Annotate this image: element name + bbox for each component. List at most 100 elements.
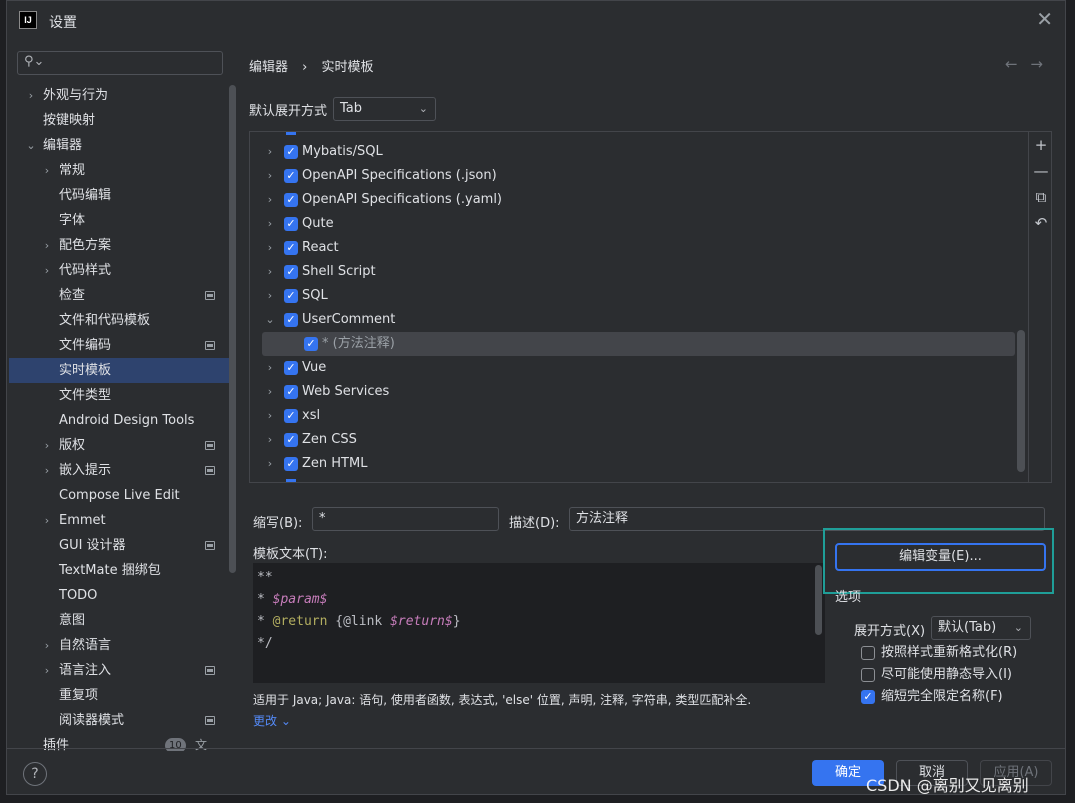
- checkbox[interactable]: ✓: [861, 690, 875, 704]
- template-checkbox[interactable]: ✓: [284, 409, 298, 423]
- sidebar-item[interactable]: › 外观与行为: [9, 83, 231, 108]
- chevron-right-icon[interactable]: ›: [264, 164, 276, 188]
- chevron-right-icon[interactable]: ›: [41, 508, 53, 533]
- chevron-right-icon[interactable]: ›: [264, 140, 276, 164]
- chevron-right-icon[interactable]: ›: [264, 284, 276, 308]
- template-group[interactable]: › ✓ Zen HTML: [250, 452, 1015, 476]
- template-group[interactable]: › ✓ React: [250, 236, 1015, 260]
- chevron-right-icon[interactable]: ›: [41, 233, 53, 258]
- sidebar-item[interactable]: TextMate 捆绑包: [9, 558, 231, 583]
- chevron-right-icon[interactable]: ›: [264, 356, 276, 380]
- template-checkbox[interactable]: ✓: [284, 265, 298, 279]
- template-checkbox[interactable]: ✓: [284, 313, 298, 327]
- sidebar-item[interactable]: 重复项: [9, 683, 231, 708]
- add-icon[interactable]: +: [1032, 136, 1050, 154]
- template-group[interactable]: › ✓ Qute: [250, 212, 1015, 236]
- chevron-down-icon[interactable]: ⌄: [25, 133, 37, 158]
- template-group[interactable]: › ✓ SQL: [250, 284, 1015, 308]
- chevron-right-icon[interactable]: ›: [264, 212, 276, 236]
- template-checkbox[interactable]: ✓: [284, 193, 298, 207]
- sidebar-item[interactable]: › 自然语言: [9, 633, 231, 658]
- template-checkbox[interactable]: ✓: [284, 361, 298, 375]
- sidebar-item[interactable]: 文件编码: [9, 333, 231, 358]
- chevron-right-icon[interactable]: ›: [41, 433, 53, 458]
- template-item[interactable]: ✓ * (方法注释): [262, 332, 1015, 356]
- expand-with-select[interactable]: 默认(Tab) ⌄: [931, 616, 1031, 640]
- back-arrow-icon[interactable]: ←: [1005, 55, 1018, 73]
- sidebar-item[interactable]: › 配色方案: [9, 233, 231, 258]
- sidebar-item[interactable]: 意图: [9, 608, 231, 633]
- checkbox[interactable]: [861, 646, 875, 660]
- sidebar-item[interactable]: 按键映射: [9, 108, 231, 133]
- chevron-right-icon[interactable]: ›: [264, 188, 276, 212]
- list-scrollbar[interactable]: [1017, 330, 1025, 472]
- template-checkbox[interactable]: ✓: [284, 169, 298, 183]
- sidebar-item[interactable]: 检查: [9, 283, 231, 308]
- chevron-right-icon[interactable]: ›: [264, 428, 276, 452]
- template-checkbox[interactable]: ✓: [284, 457, 298, 471]
- chevron-right-icon[interactable]: ›: [264, 236, 276, 260]
- default-expand-select[interactable]: Tab ⌄: [333, 97, 436, 121]
- sidebar-item[interactable]: ⌄ 编辑器: [9, 133, 231, 158]
- chevron-down-icon[interactable]: ⌄: [264, 308, 276, 332]
- search-input[interactable]: ⚲⌄: [17, 51, 223, 75]
- template-checkbox[interactable]: ✓: [284, 217, 298, 231]
- template-group[interactable]: › ✓ Shell Script: [250, 260, 1015, 284]
- chevron-right-icon[interactable]: ›: [41, 258, 53, 283]
- template-group[interactable]: › ✓ xsl: [250, 404, 1015, 428]
- editor-scrollbar[interactable]: [815, 565, 822, 635]
- template-checkbox[interactable]: ✓: [284, 145, 298, 159]
- sidebar-item[interactable]: Compose Live Edit: [9, 483, 231, 508]
- template-checkbox[interactable]: ✓: [304, 337, 318, 351]
- sidebar-item[interactable]: › 嵌入提示: [9, 458, 231, 483]
- sidebar-item[interactable]: › 版权: [9, 433, 231, 458]
- chevron-right-icon[interactable]: ›: [264, 404, 276, 428]
- template-group[interactable]: › ✓ Vue: [250, 356, 1015, 380]
- sidebar-item[interactable]: › 常规: [9, 158, 231, 183]
- chevron-right-icon[interactable]: ›: [264, 452, 276, 476]
- sidebar-item[interactable]: Android Design Tools: [9, 408, 231, 433]
- sidebar-item[interactable]: › 语言注入: [9, 658, 231, 683]
- sidebar-item[interactable]: 文件和代码模板: [9, 308, 231, 333]
- template-group[interactable]: › ✓ OpenAPI Specifications (.yaml): [250, 188, 1015, 212]
- chevron-right-icon[interactable]: ›: [41, 458, 53, 483]
- help-button[interactable]: ?: [23, 762, 47, 786]
- change-contexts-link[interactable]: 更改 ⌄: [253, 712, 291, 729]
- template-group[interactable]: › ✓ Web Services: [250, 380, 1015, 404]
- template-checkbox[interactable]: ✓: [284, 241, 298, 255]
- template-text-editor[interactable]: ** * $param$ * @return {@link $return$} */: [253, 563, 825, 683]
- chevron-right-icon[interactable]: ›: [264, 380, 276, 404]
- chevron-right-icon[interactable]: ›: [41, 633, 53, 658]
- template-checkbox[interactable]: ✓: [284, 385, 298, 399]
- template-group[interactable]: › ✓ Zen CSS: [250, 428, 1015, 452]
- restore-icon[interactable]: ↶: [1032, 214, 1050, 232]
- sidebar-item[interactable]: 代码编辑: [9, 183, 231, 208]
- settings-dialog: IJ 设置 ✕ ⚲⌄ › 外观与行为 按键映射 ⌄ 编辑器 › 常规 代码编辑 字体 › 配色方案 ›…: [6, 0, 1066, 795]
- remove-icon[interactable]: —: [1032, 162, 1050, 180]
- chevron-right-icon[interactable]: ›: [25, 83, 37, 108]
- chevron-right-icon[interactable]: ›: [264, 260, 276, 284]
- copy-icon[interactable]: ⧉: [1032, 188, 1050, 206]
- sidebar-scrollbar[interactable]: [229, 85, 236, 573]
- sidebar-item[interactable]: › Emmet: [9, 508, 231, 533]
- sidebar-item[interactable]: › 代码样式: [9, 258, 231, 283]
- sidebar-item[interactable]: 实时模板: [9, 358, 231, 383]
- sidebar-item[interactable]: 字体: [9, 208, 231, 233]
- sidebar-item[interactable]: GUI 设计器: [9, 533, 231, 558]
- sidebar-item[interactable]: 阅读器模式: [9, 708, 231, 733]
- breadcrumb-parent[interactable]: 编辑器: [249, 60, 288, 75]
- template-group[interactable]: › ✓ Mybatis/SQL: [250, 140, 1015, 164]
- chevron-right-icon[interactable]: ›: [41, 158, 53, 183]
- forward-arrow-icon[interactable]: →: [1030, 55, 1043, 73]
- chevron-right-icon[interactable]: ›: [41, 658, 53, 683]
- template-checkbox[interactable]: ✓: [284, 289, 298, 303]
- template-group[interactable]: ⌄ ✓ UserComment: [250, 308, 1015, 332]
- abbreviation-field[interactable]: *: [312, 507, 499, 531]
- template-checkbox[interactable]: ✓: [284, 433, 298, 447]
- edit-variables-button[interactable]: 编辑变量(E)...: [835, 543, 1046, 571]
- checkbox[interactable]: [861, 668, 875, 682]
- sidebar-item[interactable]: TODO: [9, 583, 231, 608]
- template-group[interactable]: › ✓ OpenAPI Specifications (.json): [250, 164, 1015, 188]
- close-icon[interactable]: ✕: [1036, 7, 1053, 31]
- sidebar-item[interactable]: 文件类型: [9, 383, 231, 408]
